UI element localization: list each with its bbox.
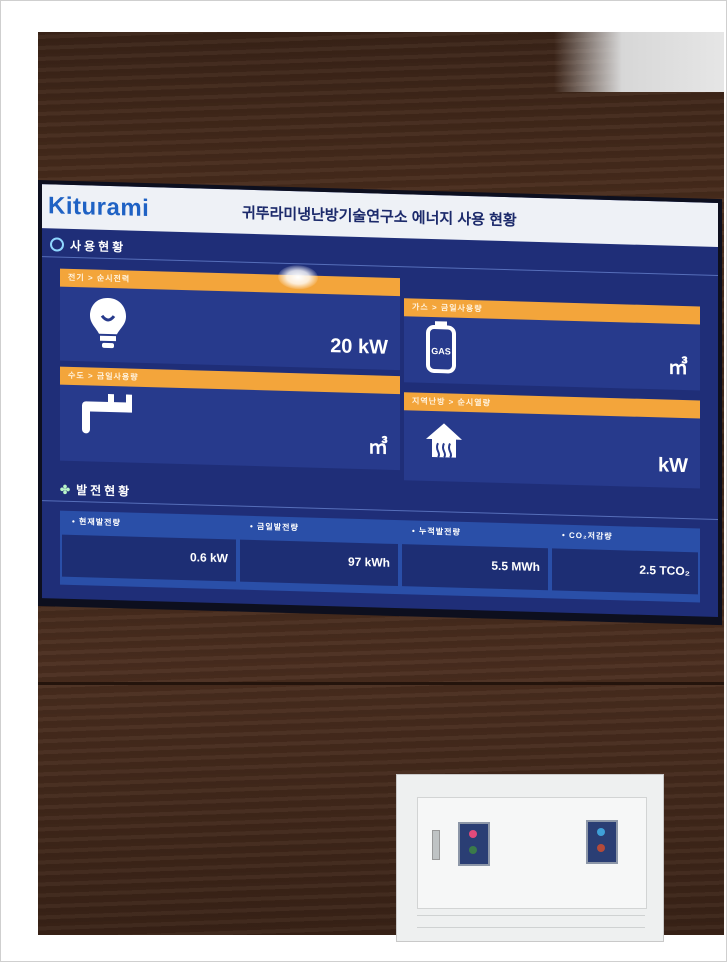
clover-icon: ✤	[60, 482, 71, 497]
house-heat-icon	[424, 421, 464, 465]
generation-section-heading: ✤ 발전현황	[60, 482, 133, 499]
heating-tile: 지역난방 > 순시열량 kW	[404, 392, 700, 489]
svg-text:GAS: GAS	[431, 346, 451, 357]
tile-label: 전기 > 순시전력	[60, 268, 400, 297]
generation-label: • 누적발전량	[412, 526, 461, 537]
ceiling-light-area	[554, 32, 724, 92]
indicator-led	[469, 830, 477, 838]
indicator-switch	[458, 822, 490, 866]
indicator-switch	[586, 820, 618, 864]
water-value: ㎥	[368, 436, 388, 459]
usage-section-heading: 사용현황	[50, 236, 126, 255]
electricity-tile: 전기 > 순시전력 20 kW	[60, 268, 400, 371]
electricity-value: 20 kW	[330, 335, 388, 359]
panel-louver	[417, 927, 645, 936]
indicator-led	[597, 844, 605, 852]
wall-control-panel	[396, 774, 664, 942]
generation-value: 2.5 TCO₂	[639, 562, 690, 579]
generation-label: • 금일발전량	[250, 521, 299, 533]
generation-today: • 금일발전량 97 kWh	[238, 516, 400, 595]
kiturami-logo: Kiturami	[48, 192, 150, 223]
gas-value: ㎥	[668, 356, 688, 380]
light-bulb-icon	[88, 295, 128, 357]
gas-tile: 가스 > 금일사용량 GAS ㎥	[404, 298, 700, 391]
generation-label: • CO₂저감량	[562, 530, 613, 542]
faucet-icon	[82, 393, 136, 442]
generation-panel: • 현재발전량 0.6 kW • 금일발전량 97 kWh • 누적발전량 5.…	[60, 510, 700, 603]
generation-total: • 누적발전량 5.5 MWh	[400, 520, 550, 598]
generation-label: • 현재발전량	[72, 516, 121, 528]
generation-value: 0.6 kW	[189, 550, 228, 566]
generation-value: 5.5 MWh	[491, 558, 540, 575]
tv-screen: Kiturami 귀뚜라미냉난방기술연구소 에너지 사용 현황 사용현황 전기 …	[42, 184, 718, 617]
panel-cover	[417, 797, 647, 909]
generation-current: • 현재발전량 0.6 kW	[60, 511, 238, 590]
wall-seam	[38, 682, 724, 685]
heating-value: kW	[658, 454, 688, 478]
indicator-led	[597, 828, 605, 836]
tile-label: 수도 > 금일사용량	[60, 366, 400, 395]
page-title: 귀뚜라미냉난방기술연구소 에너지 사용 현황	[242, 204, 517, 230]
generation-co2: • CO₂저감량 2.5 TCO₂	[550, 524, 700, 602]
panel-latch	[432, 830, 440, 860]
tile-label: 지역난방 > 순시열량	[404, 392, 700, 419]
panel-louver	[417, 915, 645, 924]
dashboard-tv: Kiturami 귀뚜라미냉난방기술연구소 에너지 사용 현황 사용현황 전기 …	[38, 180, 722, 626]
circle-icon	[50, 237, 64, 252]
water-tile: 수도 > 금일사용량 ㎥	[60, 366, 400, 471]
generation-value: 97 kWh	[347, 554, 390, 570]
indicator-led	[469, 846, 477, 854]
gas-tank-icon: GAS	[426, 321, 456, 379]
